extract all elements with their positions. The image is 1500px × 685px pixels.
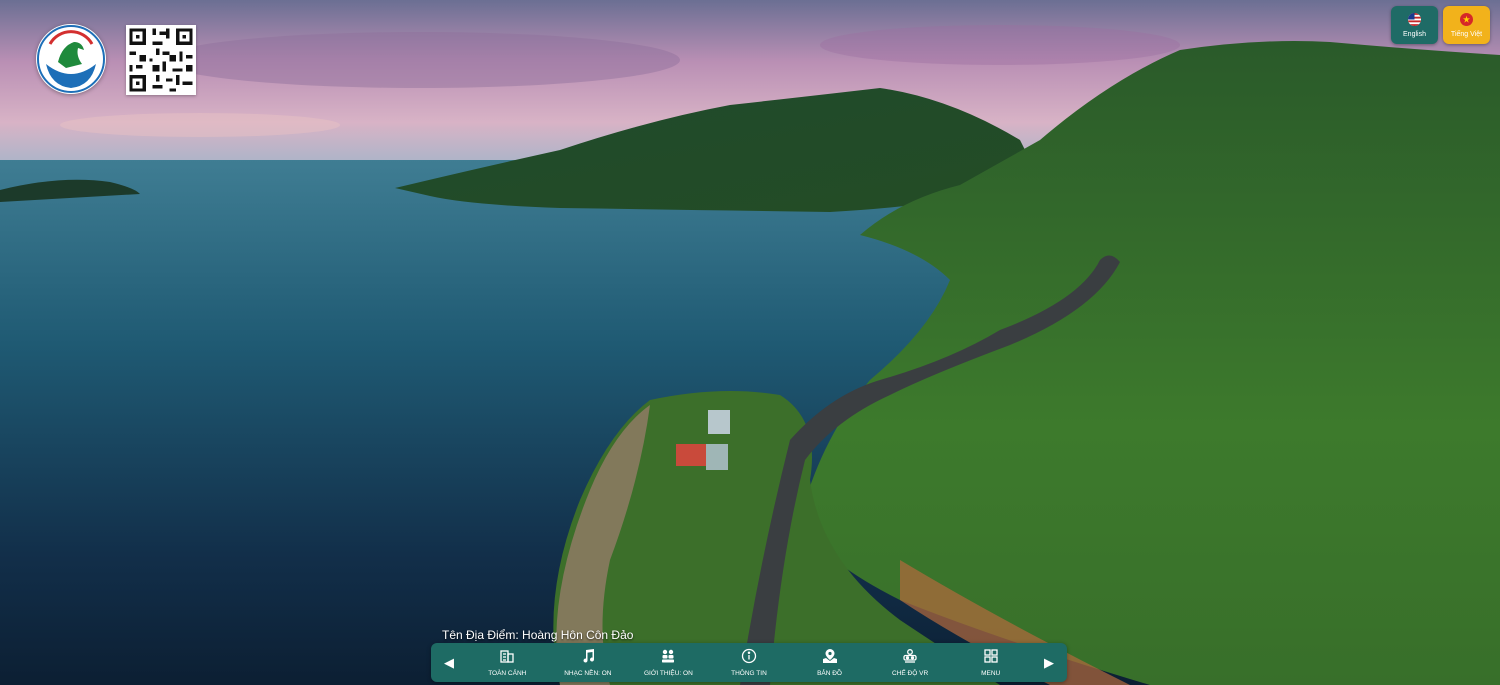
language-english-label: English bbox=[1403, 30, 1426, 38]
previous-scene-button[interactable]: ◀ bbox=[431, 643, 467, 682]
map-button[interactable]: BẢN ĐỒ bbox=[793, 643, 867, 682]
music-note-icon bbox=[580, 648, 596, 664]
people-icon bbox=[660, 648, 676, 664]
background-music-button[interactable]: NHẠC NỀN: ON bbox=[551, 643, 625, 682]
location-caption: Tên Địa Điểm: Hoàng Hôn Côn Đảo bbox=[442, 628, 633, 642]
vr-mode-label: CHẾ ĐỘ VR bbox=[892, 669, 929, 677]
building-icon bbox=[499, 648, 515, 664]
info-icon bbox=[741, 648, 757, 664]
background-music-label: NHẠC NỀN: ON bbox=[564, 669, 612, 677]
logo-emblem-icon bbox=[37, 25, 105, 93]
menu-button[interactable]: MENU bbox=[954, 643, 1028, 682]
vr-mode-button[interactable]: CHẾ ĐỘ VR bbox=[873, 643, 947, 682]
location-name: Hoàng Hôn Côn Đảo bbox=[522, 628, 634, 642]
qr-code-icon bbox=[126, 25, 196, 95]
information-button[interactable]: THÔNG TIN bbox=[712, 643, 786, 682]
vr-icon bbox=[902, 648, 918, 664]
next-scene-button[interactable]: ▶ bbox=[1031, 643, 1067, 682]
information-label: THÔNG TIN bbox=[731, 669, 767, 677]
toolbar-items: TOÀN CẢNH NHẠC NỀN: ON GIỚI THIỆU: ON TH… bbox=[467, 643, 1031, 682]
language-english-button[interactable]: English bbox=[1391, 6, 1438, 44]
panorama-label: TOÀN CẢNH bbox=[488, 669, 527, 677]
location-label: Tên Địa Điểm: bbox=[442, 628, 519, 642]
qr-code bbox=[126, 25, 196, 95]
condao-tourism-logo bbox=[36, 24, 106, 94]
map-pin-icon bbox=[822, 648, 838, 664]
introduction-button[interactable]: GIỚI THIỆU: ON bbox=[631, 643, 705, 682]
us-flag-icon bbox=[1408, 12, 1421, 26]
grid-icon bbox=[983, 648, 999, 664]
caret-right-icon: ▶ bbox=[1044, 654, 1054, 670]
panorama-button[interactable]: TOÀN CẢNH bbox=[470, 643, 544, 682]
language-vietnamese-button[interactable]: Tiếng Việt bbox=[1443, 6, 1490, 44]
panorama-view[interactable] bbox=[0, 0, 1500, 685]
menu-label: MENU bbox=[981, 669, 1001, 677]
language-vietnamese-label: Tiếng Việt bbox=[1450, 30, 1483, 38]
introduction-label: GIỚI THIỆU: ON bbox=[644, 669, 693, 677]
map-label: BẢN ĐỒ bbox=[817, 669, 842, 677]
caret-left-icon: ◀ bbox=[444, 654, 454, 670]
bottom-toolbar: ◀ TOÀN CẢNH NHẠC NỀN: ON GIỚI THIỆU: ON … bbox=[431, 643, 1067, 682]
vn-flag-icon bbox=[1460, 12, 1473, 26]
